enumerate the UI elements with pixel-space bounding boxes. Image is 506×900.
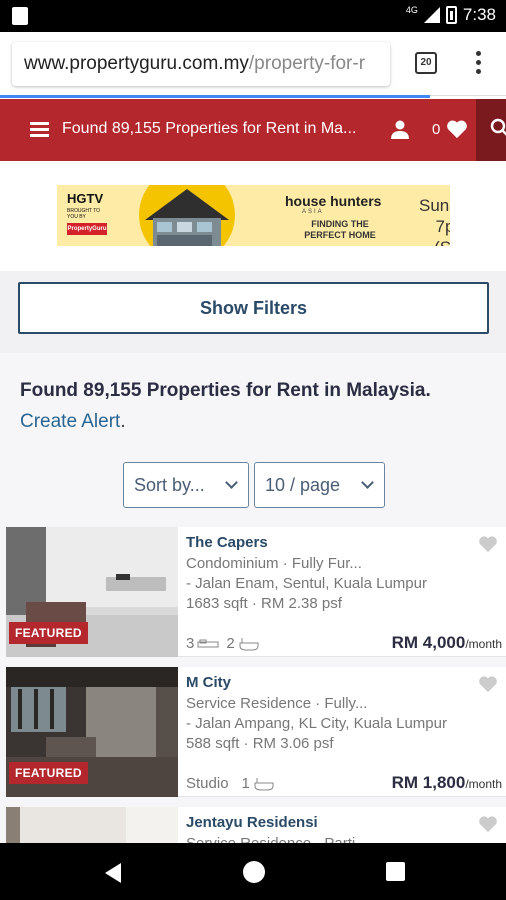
listing-card[interactable]: Jentayu Residensi Service Residence · Pa… xyxy=(6,807,506,843)
tabs-icon[interactable]: 20 xyxy=(415,52,437,74)
header-title: Found 89,155 Properties for Rent in Ma..… xyxy=(62,120,357,137)
favorite-heart-icon[interactable] xyxy=(478,675,498,693)
sponsor-logo: PropertyGuru xyxy=(67,223,107,235)
per-page-label: 10 / page xyxy=(265,475,341,495)
listing-type: Service Residence · Parti... xyxy=(186,835,368,843)
bed-count: Studio xyxy=(186,775,229,792)
price-period: /month xyxy=(465,637,502,651)
listing-rooms: Studio 1 xyxy=(186,775,275,792)
schedule-time: 7pm (SG) xyxy=(434,217,450,246)
listing-price: RM 1,800/month xyxy=(392,773,502,793)
chevron-down-icon xyxy=(225,476,238,489)
create-alert-row: Create Alert. xyxy=(20,411,126,433)
listing-address: - Jalan Ampang, KL City, Kuala Lumpur xyxy=(186,715,447,732)
alert-period: . xyxy=(120,411,126,432)
sort-select[interactable]: Sort by... xyxy=(123,462,249,508)
listing-title[interactable]: M City xyxy=(186,674,231,691)
create-alert-link[interactable]: Create Alert xyxy=(20,411,120,432)
recent-apps-icon[interactable] xyxy=(386,862,405,881)
search-icon xyxy=(490,118,506,136)
chevron-down-icon xyxy=(361,476,374,489)
listing-title[interactable]: Jentayu Residensi xyxy=(186,814,318,831)
listing-size: 588 sqft · RM 3.06 psf xyxy=(186,735,334,752)
listing-size: 1683 sqft · RM 2.38 psf xyxy=(186,595,342,612)
url-domain: www.propertyguru.com.my xyxy=(24,53,249,74)
filter-area: Show Filters xyxy=(0,271,506,353)
results-count-text: Found 89,155 Properties for Rent in Mala… xyxy=(20,380,431,401)
show-tagline: FINDING THE PERFECT HOME xyxy=(304,219,376,240)
price-amount: RM 4,000 xyxy=(391,633,466,652)
listing-address: - Jalan Enam, Sentul, Kuala Lumpur xyxy=(186,575,427,592)
hgtv-brand: HGTV xyxy=(67,191,104,206)
bath-icon xyxy=(239,637,259,650)
site-header: Found 89,155 Properties for Rent in Ma..… xyxy=(0,99,506,161)
url-path: /property-for-r xyxy=(248,53,366,74)
system-nav-bar xyxy=(0,843,506,900)
price-amount: RM 1,800 xyxy=(391,773,466,792)
ad-area: HGTV BROUGHT TO YOU BY PropertyGuru hous… xyxy=(0,161,506,271)
back-icon[interactable] xyxy=(103,862,123,884)
ad-banner[interactable]: HGTV BROUGHT TO YOU BY PropertyGuru hous… xyxy=(57,185,450,246)
listing-price: RM 4,000/month xyxy=(392,633,502,653)
listing-photo[interactable]: FEATURED xyxy=(6,667,178,797)
listing-card[interactable]: FEATURED M City Service Residence · Full… xyxy=(6,667,506,797)
show-filters-button[interactable]: Show Filters xyxy=(18,282,489,334)
schedule-day: Sundays xyxy=(419,196,450,215)
results-area: Found 89,155 Properties for Rent in Mala… xyxy=(0,353,506,843)
sort-select-label: Sort by... xyxy=(134,475,205,495)
listing-type: Condominium · Fully Fur... xyxy=(186,555,362,572)
heart-icon[interactable] xyxy=(446,119,468,139)
user-icon[interactable] xyxy=(389,119,411,141)
listing-card[interactable]: FEATURED The Capers Condominium · Fully … xyxy=(6,527,506,657)
favorite-heart-icon[interactable] xyxy=(478,535,498,553)
listing-title[interactable]: The Capers xyxy=(186,534,268,551)
network-type: 4G xyxy=(405,5,418,15)
home-icon[interactable] xyxy=(243,861,265,883)
favorite-heart-icon[interactable] xyxy=(478,815,498,833)
bath-icon xyxy=(254,777,274,790)
url-field[interactable]: www.propertyguru.com.my/property-for-r xyxy=(12,42,390,86)
show-schedule: Sundays 7pm (SG) xyxy=(419,195,450,246)
battery-icon xyxy=(445,6,457,24)
bed-icon xyxy=(197,639,219,647)
overflow-menu-icon[interactable] xyxy=(472,51,484,77)
featured-badge: FEATURED xyxy=(9,622,88,644)
page-load-progress xyxy=(0,95,430,98)
featured-badge: FEATURED xyxy=(9,762,88,784)
signal-icon xyxy=(423,7,440,23)
listing-type: Service Residence · Fully... xyxy=(186,695,368,712)
hgtv-logo: HGTV BROUGHT TO YOU BY PropertyGuru xyxy=(67,191,111,235)
per-page-select[interactable]: 10 / page xyxy=(254,462,385,508)
bed-count: 3 xyxy=(186,635,195,652)
status-bar: 4G 7:38 xyxy=(0,0,506,32)
show-logo: house hunters xyxy=(285,193,382,209)
hamburger-menu-icon[interactable] xyxy=(30,122,49,138)
favorites-count[interactable]: 0 xyxy=(432,121,440,138)
sim-card-icon xyxy=(12,7,28,25)
bath-count: 2 xyxy=(226,635,235,652)
listing-rooms: 3 2 xyxy=(186,635,260,652)
bath-count: 1 xyxy=(241,775,250,792)
browser-toolbar: www.propertyguru.com.my/property-for-r 2… xyxy=(0,32,506,98)
price-period: /month xyxy=(465,777,502,791)
search-button[interactable] xyxy=(476,99,506,161)
listing-photo[interactable] xyxy=(6,807,178,843)
show-region: ASIA xyxy=(302,209,324,215)
listing-image xyxy=(6,807,178,843)
listing-photo[interactable]: FEATURED xyxy=(6,527,178,657)
house-image xyxy=(139,185,235,246)
clock: 7:38 xyxy=(462,5,496,24)
hgtv-sub: BROUGHT TO YOU BY xyxy=(67,208,101,220)
